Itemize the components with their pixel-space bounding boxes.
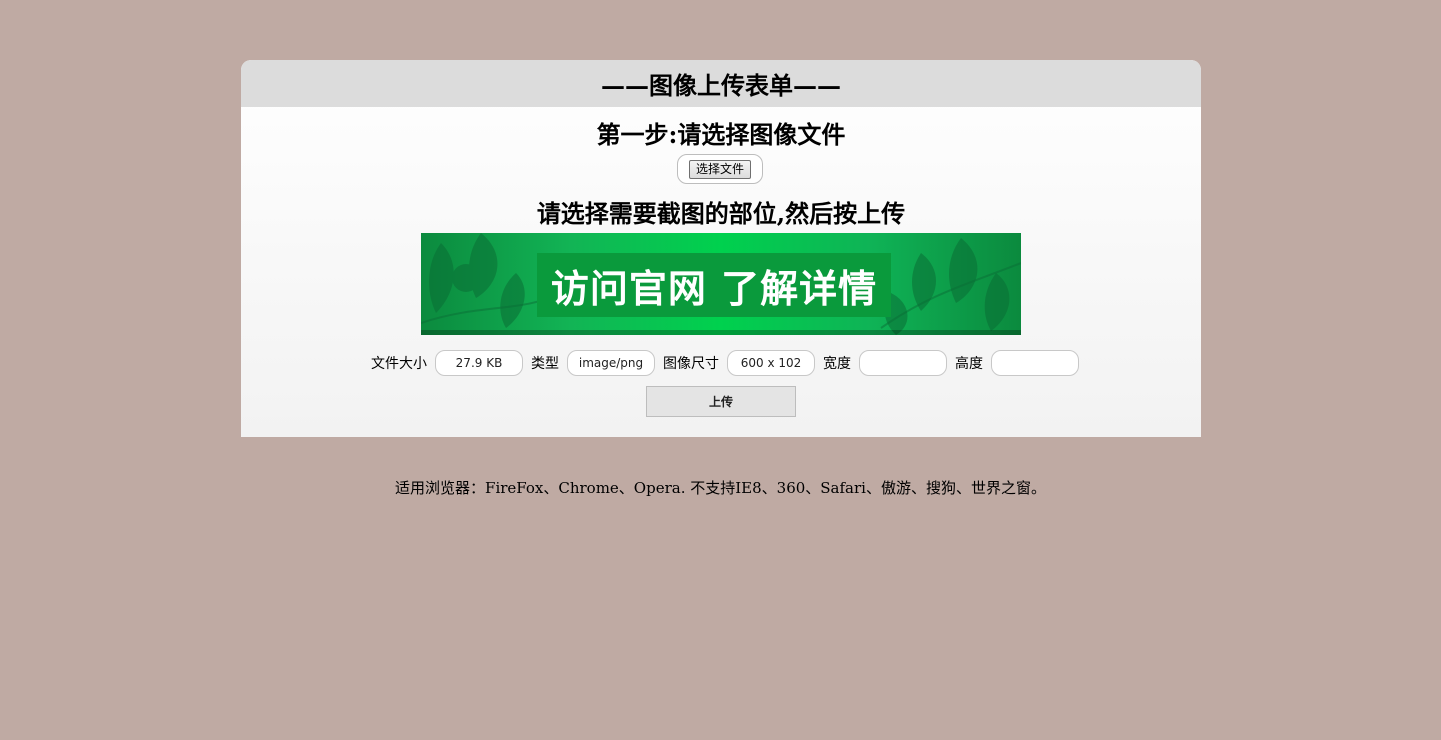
banner-text: 访问官网 了解详情 (537, 253, 891, 317)
browser-support-note: 适用浏览器：FireFox、Chrome、Opera. 不支持IE8、360、S… (395, 479, 1046, 497)
form-title: ——图像上传表单—— (601, 71, 841, 100)
type-label: 类型 (531, 356, 559, 372)
upload-form-panel: ——图像上传表单—— 第一步:请选择图像文件 选择文件 请选择需要截图的部位,然… (241, 60, 1201, 437)
width-label: 宽度 (823, 356, 851, 372)
image-info-row: 文件大小 类型 图像尺寸 宽度 高度 (241, 350, 1201, 376)
width-field[interactable] (859, 350, 947, 376)
dimensions-field[interactable] (727, 350, 815, 376)
upload-button[interactable]: 上传 (646, 386, 796, 417)
banner-bottom-strip (421, 330, 1021, 335)
file-size-field[interactable] (435, 350, 523, 376)
height-field[interactable] (991, 350, 1079, 376)
dimensions-label: 图像尺寸 (663, 356, 719, 372)
choose-file-button[interactable]: 选择文件 (688, 159, 751, 179)
file-size-label: 文件大小 (371, 356, 427, 372)
panel-header: ——图像上传表单—— (241, 60, 1201, 107)
step-title: 第一步:请选择图像文件 (596, 120, 846, 149)
height-label: 高度 (955, 356, 983, 372)
preview-image[interactable]: 访问官网 了解详情 (421, 233, 1021, 335)
type-field[interactable] (567, 350, 655, 376)
file-input-wrapper: 选择文件 (677, 154, 763, 184)
crop-instruction: 请选择需要截图的部位,然后按上传 (536, 199, 906, 228)
